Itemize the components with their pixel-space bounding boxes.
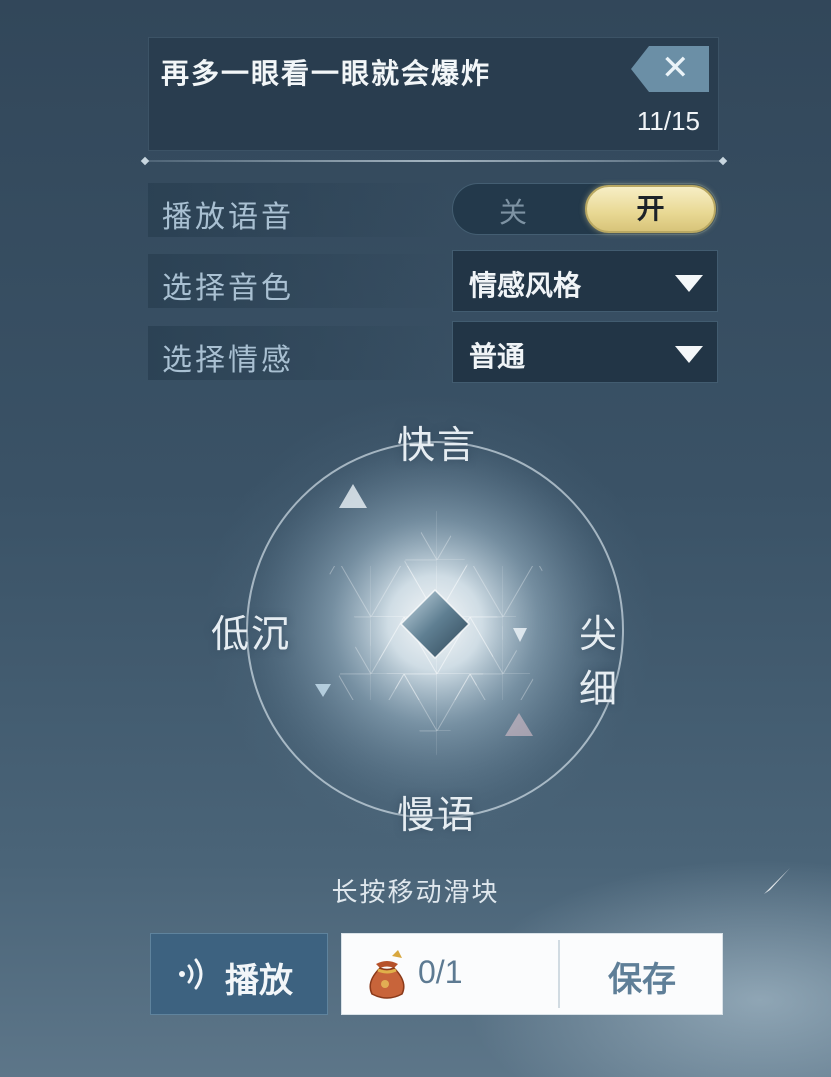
voice-pad-graphic	[246, 441, 624, 819]
pad-hint: 长按移动滑块	[331, 878, 500, 908]
timbre-dropdown[interactable]: 情感风格	[452, 250, 718, 312]
char-count: 11/15	[636, 106, 700, 136]
pouch-icon	[369, 950, 405, 999]
clear-text-button[interactable]: ✕	[631, 46, 709, 92]
sound-wave-icon	[179, 958, 203, 990]
item-count: 0/1	[418, 954, 463, 990]
voice-playback-toggle[interactable]: 关 开	[452, 183, 718, 235]
save-panel: 0/1 保存	[341, 933, 723, 1015]
emotion-row: 选择情感	[148, 326, 448, 380]
timbre-selected: 情感风格	[469, 269, 582, 302]
pad-label-sharp: 尖细	[579, 612, 620, 711]
emotion-selected: 普通	[469, 340, 526, 373]
pad-label-slow: 慢语	[397, 793, 478, 837]
chevron-down-icon	[675, 346, 703, 363]
save-button[interactable]: 保存	[608, 952, 676, 1001]
text-input-value[interactable]: 再多一眼看一眼就会爆炸	[161, 52, 491, 92]
pad-label-deep: 低沉	[211, 612, 292, 656]
voice-playback-row: 播放语音	[148, 183, 448, 237]
timbre-label: 选择音色	[162, 271, 294, 306]
emotion-dropdown[interactable]: 普通	[452, 321, 718, 383]
toggle-on-option[interactable]: 开	[585, 185, 716, 233]
close-icon: ✕	[661, 48, 690, 88]
play-button[interactable]: 播放	[150, 933, 328, 1015]
voice-playback-label: 播放语音	[162, 200, 294, 235]
divider	[558, 940, 560, 1008]
timbre-row: 选择音色	[148, 254, 448, 308]
toggle-off-option[interactable]: 关	[499, 191, 527, 231]
divider	[145, 160, 723, 162]
chevron-down-icon	[675, 275, 703, 292]
text-input-panel[interactable]: 再多一眼看一眼就会爆炸 ✕ 11/15	[148, 37, 719, 151]
voice-pad[interactable]: 快言 慢语 低沉 尖细	[211, 423, 628, 837]
pad-label-fast: 快言	[397, 423, 478, 467]
sparkle-icon	[764, 868, 790, 894]
play-label: 播放	[225, 961, 293, 1001]
emotion-label: 选择情感	[162, 343, 294, 378]
